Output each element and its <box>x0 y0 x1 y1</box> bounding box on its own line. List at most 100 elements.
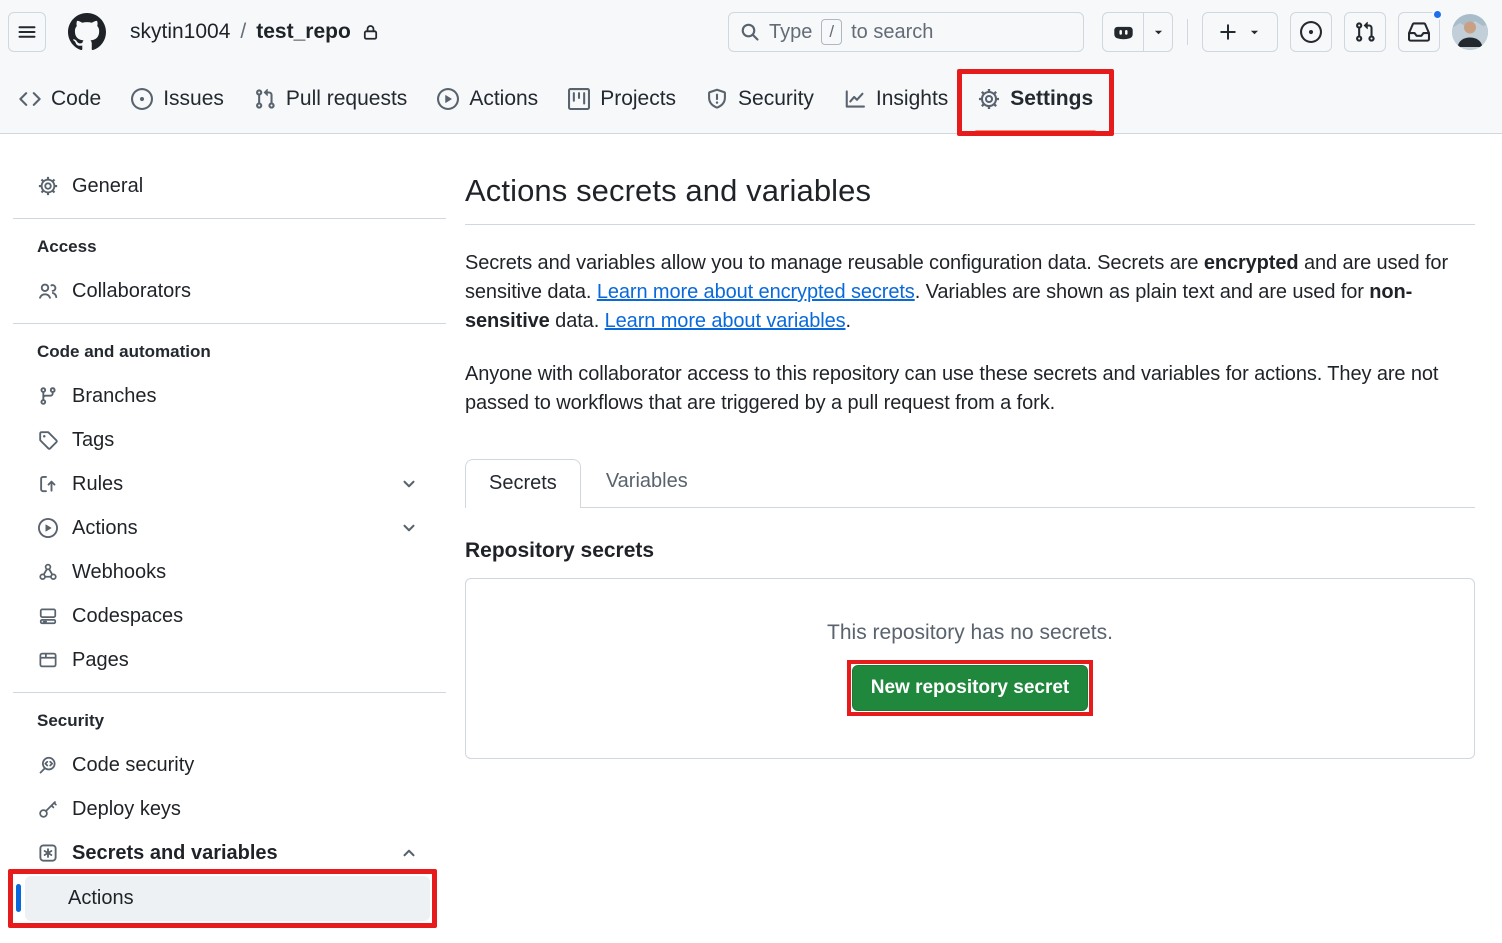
sidebar-item-label: Deploy keys <box>72 798 181 821</box>
graph-icon <box>844 88 866 110</box>
git-pull-request-icon <box>1354 21 1376 43</box>
git-pull-request-icon <box>254 88 276 110</box>
sidebar-item-tags[interactable]: Tags <box>16 418 443 462</box>
tag-icon <box>37 430 59 450</box>
intro-text: . Variables are shown as plain text and … <box>915 281 1370 303</box>
breadcrumb: skytin1004 / test_repo <box>130 20 380 44</box>
git-branch-icon <box>37 386 59 406</box>
secrets-variables-tabnav: Secrets Variables <box>465 458 1475 508</box>
title-divider <box>465 224 1475 225</box>
copilot-button <box>1102 12 1173 52</box>
new-repository-secret-button[interactable]: New repository secret <box>852 665 1089 711</box>
issues-dashboard-button[interactable] <box>1290 12 1332 52</box>
intro-paragraph: Secrets and variables allow you to manag… <box>465 249 1475 336</box>
notification-dot <box>1432 9 1443 20</box>
sidebar-item-code-security[interactable]: Code security <box>16 743 443 787</box>
variables-link[interactable]: Learn more about variables <box>605 310 846 332</box>
encrypted-secrets-link[interactable]: Learn more about encrypted secrets <box>597 281 915 303</box>
sidebar-item-collaborators[interactable]: Collaborators <box>16 269 443 313</box>
empty-secrets-message: This repository has no secrets. <box>827 621 1113 645</box>
sidebar-item-label: Secrets and variables <box>72 842 278 865</box>
tab-pull-requests[interactable]: Pull requests <box>239 64 422 134</box>
hamburger-icon <box>17 22 37 42</box>
sidebar-item-label: General <box>72 175 143 198</box>
sidebar-subitem-actions-selected[interactable]: Actions <box>25 876 430 921</box>
page-title: Actions secrets and variables <box>465 173 1475 209</box>
tab-label: Pull requests <box>286 87 407 111</box>
breadcrumb-owner[interactable]: skytin1004 <box>130 20 230 44</box>
tab-label: Settings <box>1010 87 1093 111</box>
tab-label: Issues <box>163 87 224 111</box>
tab-secrets[interactable]: Secrets <box>465 459 581 508</box>
code-icon <box>19 88 41 110</box>
copilot-chat-button[interactable] <box>1103 13 1144 51</box>
app-header: skytin1004 / test_repo Type / to search <box>0 0 1502 64</box>
issue-opened-icon <box>1300 21 1322 43</box>
people-icon <box>37 281 59 301</box>
search-placeholder-prefix: Type <box>769 21 812 44</box>
sidebar-item-general[interactable]: General <box>16 164 443 208</box>
selected-item-indicator <box>16 884 21 912</box>
chevron-down-icon <box>398 519 420 537</box>
main-content: Actions secrets and variables Secrets an… <box>459 134 1502 759</box>
sidebar-item-label: Rules <box>72 473 123 496</box>
github-repo-settings-page: skytin1004 / test_repo Type / to search <box>0 0 1502 921</box>
copilot-icon <box>1112 21 1135 44</box>
sidebar-item-deploy-keys[interactable]: Deploy keys <box>16 787 443 831</box>
create-new-button[interactable] <box>1202 12 1278 52</box>
lock-icon <box>361 23 380 42</box>
inbox-button[interactable] <box>1398 12 1440 52</box>
sidebar-item-pages[interactable]: Pages <box>16 638 443 682</box>
breadcrumb-repo[interactable]: test_repo <box>256 20 351 44</box>
sidebar-item-label: Code security <box>72 754 194 777</box>
sidebar-item-label: Tags <box>72 429 114 452</box>
sidebar-item-label: Pages <box>72 649 129 672</box>
collaborator-paragraph: Anyone with collaborator access to this … <box>465 360 1475 418</box>
github-logo[interactable] <box>68 13 106 51</box>
webhook-icon <box>37 562 59 582</box>
asterisk-box-icon <box>37 843 59 863</box>
bold-encrypted: encrypted <box>1204 252 1299 274</box>
sidebar-item-secrets-and-variables[interactable]: Secrets and variables <box>16 831 443 875</box>
tab-projects[interactable]: Projects <box>553 64 691 134</box>
tab-code[interactable]: Code <box>4 64 116 134</box>
inbox-icon <box>1408 21 1430 43</box>
tab-issues[interactable]: Issues <box>116 64 239 134</box>
project-icon <box>568 88 590 110</box>
key-icon <box>37 799 59 819</box>
empty-secrets-box: This repository has no secrets. New repo… <box>465 578 1475 759</box>
sidebar-item-actions[interactable]: Actions <box>16 506 443 550</box>
sidebar-item-webhooks[interactable]: Webhooks <box>16 550 443 594</box>
sidebar-item-label: Webhooks <box>72 561 166 584</box>
tab-security[interactable]: Security <box>691 64 829 134</box>
pull-requests-dashboard-button[interactable] <box>1344 12 1386 52</box>
header-divider <box>1187 19 1188 45</box>
avatar[interactable] <box>1452 14 1488 50</box>
sidebar-section-access: Access <box>16 219 443 269</box>
sidebar-item-branches[interactable]: Branches <box>16 374 443 418</box>
search-icon <box>740 22 760 42</box>
copilot-menu-button[interactable] <box>1144 13 1172 51</box>
sidebar-section-code-automation: Code and automation <box>16 324 443 374</box>
sidebar-item-label: Branches <box>72 385 157 408</box>
sidebar-item-codespaces[interactable]: Codespaces <box>16 594 443 638</box>
tab-label: Code <box>51 87 101 111</box>
search-input[interactable]: Type / to search <box>728 12 1084 52</box>
tab-actions[interactable]: Actions <box>422 64 553 134</box>
tab-variables[interactable]: Variables <box>581 458 713 507</box>
breadcrumb-separator: / <box>240 20 246 44</box>
chevron-up-icon <box>398 844 420 862</box>
code-scan-icon <box>37 755 59 775</box>
caret-down-icon <box>1151 25 1166 40</box>
tab-insights[interactable]: Insights <box>829 64 963 134</box>
page-body: General Access Collaborators Code and au… <box>0 134 1502 921</box>
annotation-box-new-secret: New repository secret <box>847 660 1094 716</box>
caret-down-icon <box>1247 25 1262 40</box>
tab-settings[interactable]: Settings <box>963 64 1108 134</box>
sidebar-item-label: Actions <box>68 887 134 910</box>
browser-icon <box>37 650 59 670</box>
tab-label: Actions <box>469 87 538 111</box>
repo-tab-nav: Code Issues Pull requests Actions Projec… <box>0 64 1502 134</box>
hamburger-menu-button[interactable] <box>8 12 46 52</box>
sidebar-item-rules[interactable]: Rules <box>16 462 443 506</box>
